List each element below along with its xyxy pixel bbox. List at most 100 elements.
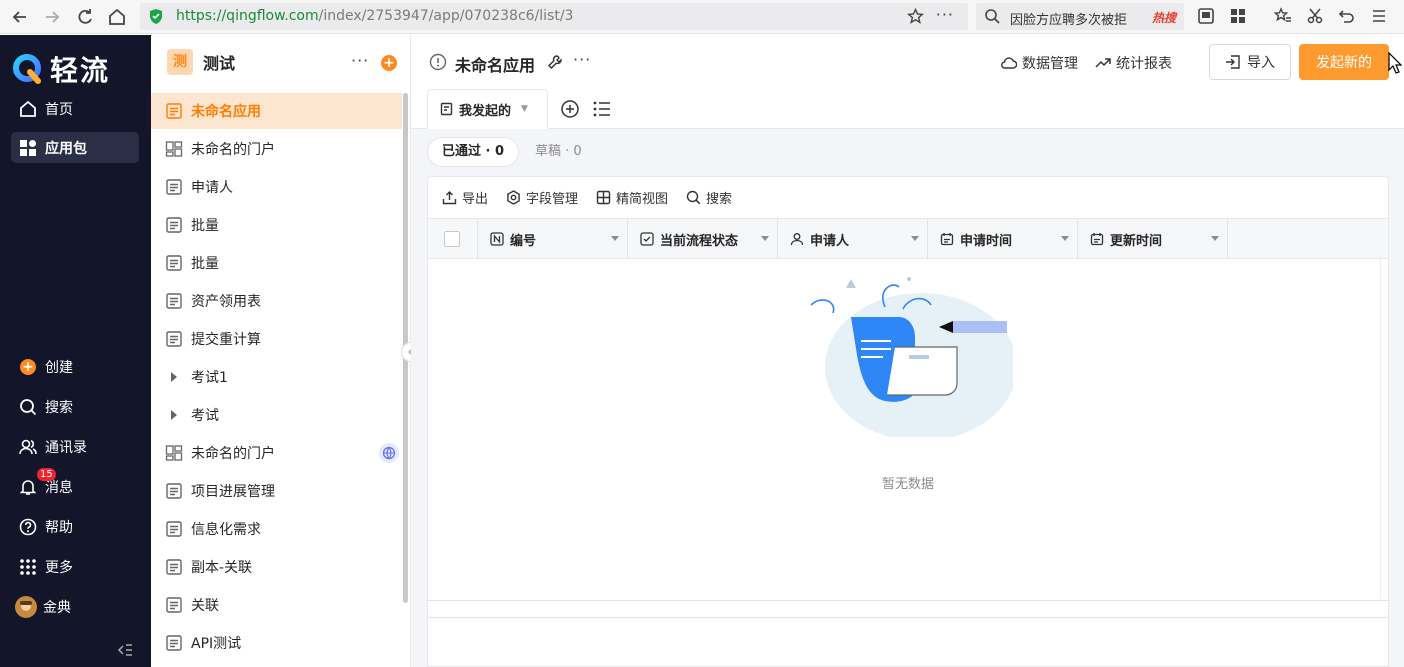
sort-caret-icon[interactable] [1061, 236, 1069, 241]
nav-help[interactable]: 帮助 [11, 511, 139, 542]
add-app-button[interactable]: + [381, 55, 397, 71]
edit-doc-icon [440, 102, 453, 116]
column-header-applicant[interactable]: 申请人 [778, 219, 928, 259]
expand-caret-icon[interactable] [165, 410, 183, 420]
logo[interactable]: 轻流 [12, 49, 110, 89]
app-list-item[interactable]: 未命名应用 [151, 93, 402, 129]
menu-icon[interactable] [1370, 7, 1390, 27]
mouse-cursor-icon [1388, 52, 1402, 74]
nav-more[interactable]: 更多 [11, 551, 139, 582]
compact-view-button[interactable]: 精简视图 [596, 188, 668, 207]
reload-icon[interactable] [75, 7, 95, 27]
app-list-item[interactable]: 未命名的门户 [151, 131, 402, 167]
app-item-label: 资产领用表 [191, 294, 261, 310]
back-arrow-icon[interactable] [10, 7, 30, 27]
app-list-item[interactable]: 资产领用表 [151, 283, 402, 319]
unread-badge: 15 [37, 468, 56, 481]
select-all-checkbox[interactable] [444, 231, 460, 247]
scissors-icon[interactable] [1306, 7, 1326, 27]
portal-app-icon [165, 445, 183, 461]
package-more-icon[interactable]: ··· [351, 51, 369, 70]
expand-caret-icon[interactable] [165, 372, 183, 382]
home-icon [19, 100, 37, 118]
app-list-item[interactable]: 信息化需求 [151, 511, 402, 547]
view-tabs: 我发起的 ▼ [411, 89, 1404, 129]
reader-icon[interactable] [1197, 7, 1217, 27]
nav-app-package[interactable]: 应用包 [11, 132, 139, 163]
view-list-icon[interactable] [592, 99, 612, 119]
app-more-icon[interactable]: ··· [573, 50, 591, 69]
app-list-item[interactable]: 关联 [151, 587, 402, 623]
empty-state-illustration [803, 277, 1013, 437]
form-app-icon [166, 521, 182, 537]
export-button[interactable]: 导出 [442, 188, 488, 207]
tab-my-initiated[interactable]: 我发起的 ▼ [427, 89, 548, 129]
table-search-button[interactable]: 搜索 [686, 188, 732, 207]
wrench-icon[interactable] [547, 54, 563, 70]
forward-arrow-icon[interactable] [42, 7, 62, 27]
nav-messages[interactable]: 15 消息 [11, 468, 139, 502]
column-header-number[interactable]: 编号 [478, 219, 628, 259]
sort-caret-icon[interactable] [611, 236, 619, 241]
filter-draft[interactable]: 草稿 · 0 [535, 137, 582, 167]
form-app-icon [166, 483, 182, 499]
address-bar[interactable]: https://qingflow.com/index/2753947/app/0… [140, 3, 968, 30]
collapse-nav-icon[interactable] [117, 643, 133, 657]
app-list-item[interactable]: API测试 [151, 625, 402, 661]
nav-home[interactable]: 首页 [11, 93, 139, 124]
app-list-item[interactable]: 申请人 [151, 169, 402, 205]
app-item-label: API测试 [191, 636, 242, 652]
app-folder[interactable]: 考试1 [151, 359, 402, 395]
app-list-item[interactable]: 项目进展管理 [151, 473, 402, 509]
app-item-label: 考试 [191, 408, 219, 424]
app-package-panel: 测 测试 ··· + 未命名应用 未命名的门户 申请人 批量 批量 资产领用表 提交重计算考… [151, 35, 411, 667]
column-header-apply-time[interactable]: 申请时间 [928, 219, 1078, 259]
app-list-item[interactable]: 未命名的门户 [151, 435, 402, 471]
app-list-item[interactable]: 提交重计算 [151, 321, 402, 357]
search-icon [19, 398, 37, 416]
app-item-label: 未命名的门户 [191, 446, 275, 462]
app-list-item[interactable]: 批量 [151, 207, 402, 243]
table-scrollbar[interactable] [1380, 259, 1381, 599]
info-icon[interactable] [429, 53, 447, 71]
sort-caret-icon[interactable] [1211, 236, 1219, 241]
column-header-update-time[interactable]: 更新时间 [1078, 219, 1228, 259]
undo-icon[interactable] [1338, 7, 1358, 27]
nav-profile[interactable]: 金典 [11, 591, 139, 622]
stats-report-link[interactable]: 统计报表 [1095, 53, 1172, 73]
globe-icon[interactable] [379, 443, 399, 463]
add-view-icon[interactable] [560, 99, 580, 119]
sort-caret-icon[interactable] [761, 236, 769, 241]
search-icon [984, 8, 1001, 25]
nav-contacts[interactable]: 通讯录 [11, 431, 139, 462]
star-icon[interactable] [907, 8, 924, 25]
dots-grid-icon [19, 558, 37, 576]
table-grid-icon [596, 190, 611, 205]
brand-name: 轻流 [50, 54, 111, 87]
favorites-icon[interactable] [1274, 7, 1294, 27]
grid-icon [19, 139, 37, 157]
app-list-item[interactable]: 批量 [151, 245, 402, 281]
apps-grid-icon[interactable] [1229, 7, 1249, 27]
home-icon[interactable] [107, 7, 127, 27]
nav-search[interactable]: 搜索 [11, 391, 139, 422]
app-title: 未命名应用 [455, 56, 536, 75]
app-folder[interactable]: 考试 [151, 397, 402, 433]
data-manage-link[interactable]: 数据管理 [1001, 53, 1078, 73]
app-list-item[interactable]: 副本-关联 [151, 549, 402, 585]
table-header: 编号 当前流程状态 申请人 申请时间 更新时间 [428, 218, 1388, 259]
browser-search[interactable]: 因脸方应聘多次被拒 热搜 [976, 3, 1184, 30]
package-icon: 测 [167, 49, 193, 75]
field-manage-button[interactable]: 字段管理 [506, 188, 578, 207]
column-header-status[interactable]: 当前流程状态 [628, 219, 778, 259]
app-item-label: 批量 [191, 256, 219, 272]
person-field-icon [790, 233, 804, 246]
more-icon[interactable]: ··· [936, 5, 954, 24]
app-item-label: 考试1 [191, 370, 228, 386]
sort-caret-icon[interactable] [911, 236, 919, 241]
import-button[interactable]: 导入 [1209, 44, 1291, 80]
launch-new-button[interactable]: 发起新的 [1299, 44, 1389, 80]
nav-create[interactable]: + 创建 [11, 351, 139, 382]
chevron-down-icon: ▼ [521, 104, 528, 114]
filter-approved[interactable]: 已通过 · 0 [427, 137, 520, 167]
